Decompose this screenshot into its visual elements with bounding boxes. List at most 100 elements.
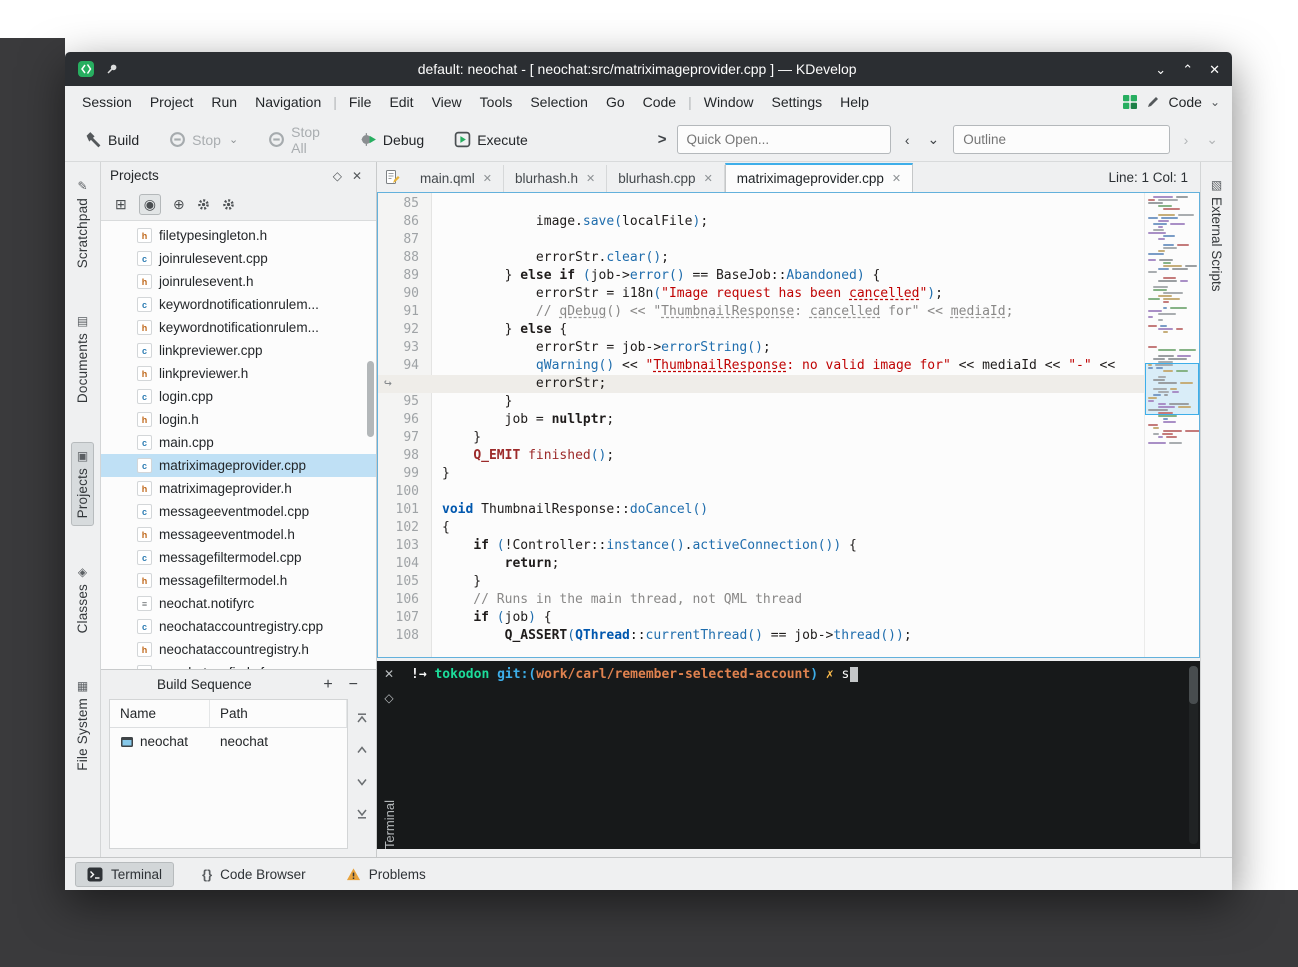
tree-item-login-h[interactable]: hlogin.h [101,408,376,431]
code-editor[interactable]: 8586 image.save(localFile);8788 errorStr… [377,192,1200,658]
terminal-tab-label[interactable]: Terminal [382,790,397,849]
close-button-icon[interactable]: ✕ [1209,63,1220,76]
titlebar[interactable]: default: neochat - [ neochat:src/matrixi… [65,52,1232,86]
project-options-icon[interactable] [222,198,235,211]
code-line[interactable]: 96 job = nullptr; [378,411,1144,429]
minimap[interactable] [1144,193,1199,657]
remove-from-build-sequence-button[interactable]: − [341,676,366,694]
code-line[interactable]: 99} [378,465,1144,483]
editor-tab-matriximageprovider-cpp[interactable]: matriximageprovider.cpp✕ [725,163,913,192]
code-line[interactable]: 105 } [378,573,1144,591]
editor-tab-main-qml[interactable]: main.qml✕ [409,165,504,192]
area-switcher-icon[interactable] [1122,94,1138,110]
editor-tab-blurhash-h[interactable]: blurhash.h✕ [504,165,607,192]
tree-item-keywordnotificationrulem-[interactable]: hkeywordnotificationrulem... [101,316,376,339]
menu-project[interactable]: Project [141,90,203,114]
move-down-button[interactable] [355,775,369,789]
terminal-output[interactable]: !→ tokodon git:(work/carl/remember-selec… [401,661,1200,849]
code-line[interactable]: 91 // qDebug() << "ThumbnailResponse: ca… [378,303,1144,321]
float-panel-icon[interactable]: ◇ [328,169,347,183]
filter-icon[interactable]: ⊕ [173,196,185,213]
code-line[interactable]: 94 qWarning() << "ThumbnailResponse: no … [378,357,1144,375]
menu-view[interactable]: View [423,90,471,114]
terminal-detach-icon[interactable]: ◇ [384,692,393,704]
code-line[interactable]: 92 } else { [378,321,1144,339]
menu-navigation[interactable]: Navigation [246,90,330,114]
terminal-close-icon[interactable]: ✕ [384,668,394,680]
tree-item-keywordnotificationrulem-[interactable]: ckeywordnotificationrulem... [101,293,376,316]
sidebar-item-scratchpad[interactable]: ✎Scratchpad [71,172,94,275]
menu-selection[interactable]: Selection [521,90,597,114]
code-lines[interactable]: 8586 image.save(localFile);8788 errorStr… [378,195,1144,645]
outline-input[interactable] [953,125,1169,154]
tree-item-login-cpp[interactable]: clogin.cpp [101,385,376,408]
tree-item-neochataccountregistry-cpp[interactable]: cneochataccountregistry.cpp [101,615,376,638]
tree-item-filetypesingleton-h[interactable]: hfiletypesingleton.h [101,224,376,247]
sidebar-item-classes[interactable]: ◈Classes [71,558,94,640]
code-line[interactable]: 106 // Runs in the main thread, not QML … [378,591,1144,609]
code-line[interactable]: 108 Q_ASSERT(QThread::currentThread() ==… [378,627,1144,645]
build-button[interactable]: Build [75,126,149,153]
tree-item-linkpreviewer-cpp[interactable]: clinkpreviewer.cpp [101,339,376,362]
quick-open-prev-icon[interactable]: ‹ [901,130,914,150]
tree-item-linkpreviewer-h[interactable]: hlinkpreviewer.h [101,362,376,385]
pin-icon[interactable] [105,62,119,76]
toolbar-extension-icon[interactable]: > [658,131,667,148]
tree-item-matriximageprovider-cpp[interactable]: cmatriximageprovider.cpp [101,454,376,477]
document-switcher-icon[interactable] [385,169,401,185]
chevron-down-icon[interactable]: ⌄ [1210,95,1220,109]
perspective-label[interactable]: Code [1168,94,1201,110]
quick-open-caret-icon[interactable]: ⌄ [924,129,944,150]
statusbar-item-terminal[interactable]: Terminal [75,862,174,887]
code-line[interactable]: 89 } else if (job->error() == BaseJob::A… [378,267,1144,285]
code-line[interactable]: 85 [378,195,1144,213]
close-tab-icon[interactable]: ✕ [586,172,595,185]
close-panel-icon[interactable]: ✕ [347,169,367,183]
tree-item-joinrulesevent-cpp[interactable]: cjoinrulesevent.cpp [101,247,376,270]
code-line[interactable]: 104 return; [378,555,1144,573]
close-tab-icon[interactable]: ✕ [892,172,901,185]
menu-help[interactable]: Help [831,90,878,114]
code-line[interactable]: 93 errorStr = job->errorString(); [378,339,1144,357]
tree-item-messageeventmodel-cpp[interactable]: cmessageeventmodel.cpp [101,500,376,523]
code-line[interactable]: 107 if (job) { [378,609,1144,627]
menu-run[interactable]: Run [202,90,246,114]
code-line[interactable]: 100 [378,483,1144,501]
editor-tab-blurhash-cpp[interactable]: blurhash.cpp✕ [607,165,725,192]
code-line[interactable]: 90 errorStr = i18n("Image request has be… [378,285,1144,303]
terminal-scrollbar[interactable] [1189,666,1198,844]
sidebar-item-documents[interactable]: ▤Documents [71,307,94,410]
configure-icon[interactable] [197,198,210,211]
sidebar-item-external-scripts[interactable]: ▧External Scripts [1209,178,1224,292]
add-to-build-sequence-button[interactable]: + [315,676,340,694]
code-line[interactable]: 103 if (!Controller::instance().activeCo… [378,537,1144,555]
move-up-button[interactable] [355,743,369,757]
menu-settings[interactable]: Settings [763,90,832,114]
code-line[interactable]: 97 } [378,429,1144,447]
code-line[interactable]: 101void ThumbnailResponse::doCancel() [378,501,1144,519]
code-line[interactable]: 98 Q_EMIT finished(); [378,447,1144,465]
locate-current-document-icon[interactable]: ◉ [139,194,161,215]
menu-tools[interactable]: Tools [471,90,522,114]
code-line[interactable]: ↪ errorStr; [378,375,1144,393]
sidebar-item-projects[interactable]: ▣Projects [71,442,94,525]
menu-go[interactable]: Go [597,90,634,114]
tree-item-neochataccountregistry-h[interactable]: hneochataccountregistry.h [101,638,376,661]
move-to-bottom-button[interactable] [355,807,369,821]
maximize-button-icon[interactable]: ⌃ [1182,63,1193,76]
tree-item-messageeventmodel-h[interactable]: hmessageeventmodel.h [101,523,376,546]
execute-button[interactable]: Execute [444,126,538,153]
tree-item-messagefiltermodel-cpp[interactable]: cmessagefiltermodel.cpp [101,546,376,569]
tree-item-matriximageprovider-h[interactable]: hmatriximageprovider.h [101,477,376,500]
tree-item-messagefiltermodel-h[interactable]: hmessagefiltermodel.h [101,569,376,592]
tree-item-neochatconfig-kcfg[interactable]: <>neochatconfig.kcfg [101,661,376,669]
menu-edit[interactable]: Edit [380,90,422,114]
menu-session[interactable]: Session [73,90,141,114]
close-tab-icon[interactable]: ✕ [483,172,492,185]
tree-item-neochat-notifyrc[interactable]: ≡neochat.notifyrc [101,592,376,615]
menu-window[interactable]: Window [695,90,763,114]
code-line[interactable]: 88 errorStr.clear(); [378,249,1144,267]
terminal-scrollbar-thumb[interactable] [1189,666,1198,704]
menu-file[interactable]: File [340,90,381,114]
statusbar-item-problems[interactable]: Problems [334,862,438,887]
